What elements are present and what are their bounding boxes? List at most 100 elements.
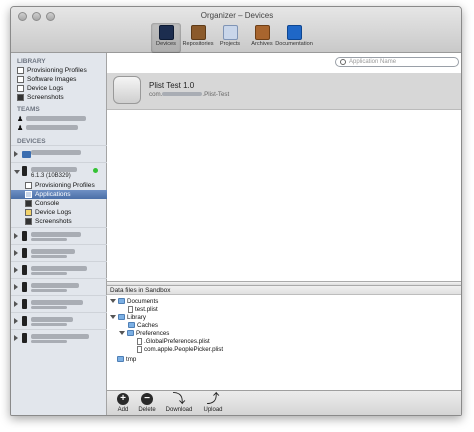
redacted-device-name xyxy=(31,249,75,254)
device-item-provisioning-profiles[interactable]: Provisioning Profiles xyxy=(25,181,107,190)
device-log-icon xyxy=(25,209,32,216)
redacted-device-version xyxy=(31,255,67,258)
sidebar-item-provisioning-profiles[interactable]: Provisioning Profiles xyxy=(17,66,105,75)
disclosure-triangle-icon[interactable] xyxy=(14,284,18,290)
team-item[interactable]: ♟ xyxy=(17,114,105,123)
tab-archives[interactable]: Archives xyxy=(247,23,277,53)
device-item-screenshots[interactable]: Screenshots xyxy=(25,217,107,226)
disclosure-triangle-open-icon[interactable] xyxy=(14,170,20,174)
disclosure-triangle-open-icon[interactable] xyxy=(119,331,125,335)
search-icon xyxy=(340,59,346,65)
minus-icon: − xyxy=(141,393,153,405)
tree-row-caches[interactable]: Caches xyxy=(128,321,158,329)
add-label: Add xyxy=(117,407,129,413)
folder-icon xyxy=(118,298,125,304)
team-icon: ♟ xyxy=(17,115,24,123)
iphone-icon xyxy=(22,316,27,326)
download-button[interactable]: ⤵ Download xyxy=(163,391,195,413)
tree-item-label: tmp xyxy=(126,355,137,363)
sidebar-item-label: Device Logs xyxy=(27,85,64,92)
tree-item-label: .GlobalPreferences.plist xyxy=(144,337,210,345)
files-header: Data files in Sandbox xyxy=(107,286,461,295)
search-placeholder: Application Name xyxy=(349,59,397,65)
redacted-device-name xyxy=(31,266,87,271)
toolbar-tabs: Devices Repositories Projects Archives D… xyxy=(151,23,313,53)
sidebar-item-screenshots[interactable]: Screenshots xyxy=(17,93,105,102)
disclosure-triangle-icon[interactable] xyxy=(14,335,18,341)
device-row[interactable] xyxy=(11,261,107,278)
disclosure-triangle-icon[interactable] xyxy=(14,318,18,324)
device-row-expanded[interactable]: 6.1.3 (10B329) xyxy=(11,162,107,180)
tree-row-documents[interactable]: Documents xyxy=(110,297,158,305)
file-icon xyxy=(137,337,142,345)
device-item-applications[interactable]: Applications xyxy=(11,190,107,199)
folder-icon xyxy=(127,330,134,336)
disclosure-triangle-open-icon[interactable] xyxy=(110,299,116,303)
disclosure-triangle-icon[interactable] xyxy=(14,250,18,256)
tree-item-label: test.plist xyxy=(135,305,158,313)
tree-item-label: Caches xyxy=(137,321,158,329)
device-row[interactable] xyxy=(11,227,107,244)
sidebar-item-device-logs[interactable]: Device Logs xyxy=(17,84,105,93)
sidebar-item-label: Console xyxy=(35,200,60,207)
upload-button[interactable]: ⤴ Upload xyxy=(197,391,229,413)
device-item-device-logs[interactable]: Device Logs xyxy=(25,208,107,217)
disclosure-triangle-icon[interactable] xyxy=(14,233,18,239)
device-log-icon xyxy=(17,85,24,92)
tree-row-library[interactable]: Library xyxy=(110,313,146,321)
download-arrow-icon: ⤵ xyxy=(172,391,186,406)
device-row[interactable] xyxy=(11,295,107,312)
device-item-console[interactable]: Console xyxy=(25,199,107,208)
search-field[interactable]: Application Name xyxy=(335,57,459,67)
console-icon xyxy=(25,200,32,207)
sidebar: LIBRARY Provisioning Profiles Software I… xyxy=(11,53,107,415)
tab-repositories[interactable]: Repositories xyxy=(182,23,214,53)
disclosure-triangle-open-icon[interactable] xyxy=(110,315,116,319)
tab-documentation[interactable]: Documentation xyxy=(275,23,313,53)
provisioning-profile-icon xyxy=(25,182,32,189)
tab-devices[interactable]: Devices xyxy=(151,23,181,53)
tree-row-test-plist[interactable]: test.plist xyxy=(128,305,158,313)
software-image-icon xyxy=(17,76,24,83)
sidebar-item-label: Screenshots xyxy=(27,94,64,101)
application-row[interactable]: Plist Test 1.0 com. .Plist-Test xyxy=(107,73,461,110)
redacted-device-version xyxy=(31,238,67,241)
device-row[interactable] xyxy=(11,278,107,295)
app-icon xyxy=(113,76,141,104)
team-icon: ♟ xyxy=(17,124,24,132)
tree-row-preferences[interactable]: Preferences xyxy=(119,329,169,337)
device-row[interactable] xyxy=(11,312,107,329)
disclosure-triangle-icon[interactable] xyxy=(14,151,18,157)
tab-archives-label: Archives xyxy=(251,41,273,47)
device-row[interactable] xyxy=(11,145,107,162)
tree-row-global-preferences[interactable]: .GlobalPreferences.plist xyxy=(137,337,210,345)
redacted-team-name xyxy=(26,125,79,130)
upload-arrow-icon: ⤴ xyxy=(206,391,220,406)
tree-row-tmp[interactable]: tmp xyxy=(117,355,136,363)
bundle-suffix: .Plist-Test xyxy=(202,91,230,98)
plus-icon: + xyxy=(117,393,129,405)
device-row[interactable] xyxy=(11,244,107,261)
sidebar-item-label: Device Logs xyxy=(35,209,72,216)
delete-label: Delete xyxy=(138,407,156,413)
device-row[interactable] xyxy=(11,329,107,346)
tree-item-label: Library xyxy=(127,313,146,321)
delete-button[interactable]: − Delete xyxy=(131,393,163,413)
team-item[interactable]: ♟ xyxy=(17,123,105,132)
device-version: 6.1.3 (10B329) xyxy=(31,173,71,179)
tree-row-peoplepicker[interactable]: com.apple.PeoplePicker.plist xyxy=(137,345,223,353)
sidebar-item-label: Provisioning Profiles xyxy=(35,182,95,189)
redacted-device-version xyxy=(31,272,67,275)
status-connected-icon xyxy=(93,168,98,173)
sidebar-item-software-images[interactable]: Software Images xyxy=(17,75,105,84)
redacted-device-name xyxy=(31,232,81,237)
tab-projects[interactable]: Projects xyxy=(215,23,245,53)
projects-icon xyxy=(222,25,238,40)
iphone-icon xyxy=(22,299,27,309)
file-icon xyxy=(128,305,133,313)
file-icon xyxy=(137,345,142,353)
redacted-device-version xyxy=(31,340,67,343)
archives-icon xyxy=(254,25,270,40)
disclosure-triangle-icon[interactable] xyxy=(14,267,18,273)
disclosure-triangle-icon[interactable] xyxy=(14,301,18,307)
